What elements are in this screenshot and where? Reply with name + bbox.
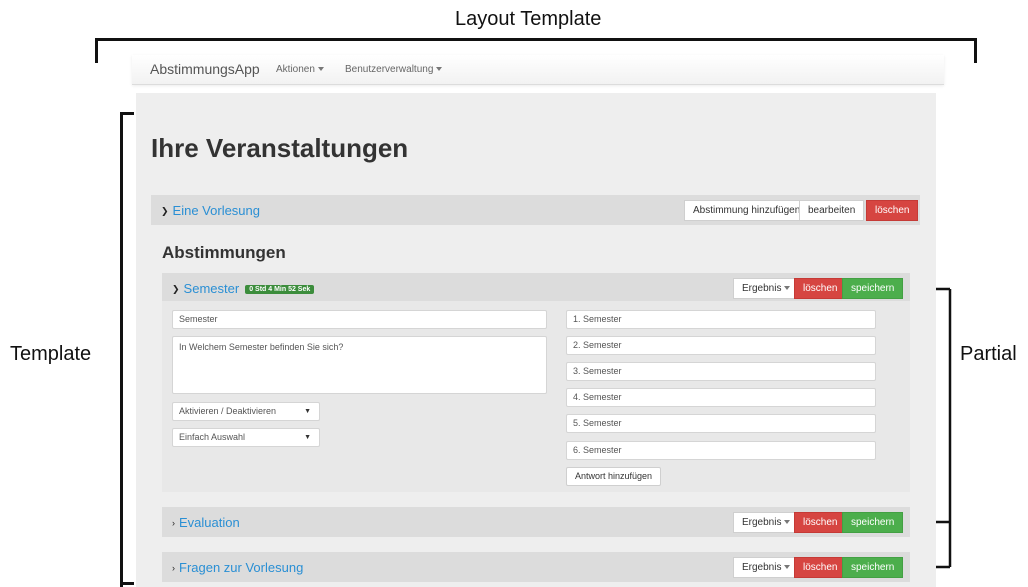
partial-label: Partial bbox=[960, 343, 1017, 365]
edit-lecture-button[interactable]: bearbeiten bbox=[799, 200, 865, 221]
user-management-menu[interactable]: Benutzerverwaltung bbox=[345, 64, 443, 75]
answer-input-3[interactable]: 3. Semester bbox=[566, 362, 876, 381]
delete-lecture-button[interactable]: löschen bbox=[866, 200, 919, 221]
delete-vote-questions-button[interactable]: löschen bbox=[794, 557, 847, 578]
select-arrow-icon: ▼ bbox=[304, 408, 311, 415]
add-answer-button[interactable]: Antwort hinzufügen bbox=[566, 467, 662, 486]
caret-down-icon bbox=[436, 67, 443, 72]
brand-link[interactable]: AbstimmungsApp bbox=[150, 61, 260, 77]
save-vote-evaluation-button[interactable]: speichern bbox=[842, 512, 904, 533]
template-label: Template bbox=[10, 343, 92, 365]
vote-type-select[interactable]: Einfach Auswahl ▼ bbox=[172, 428, 320, 447]
actions-menu[interactable]: Aktionen bbox=[276, 64, 324, 75]
answer-input-5[interactable]: 5. Semester bbox=[566, 414, 876, 433]
result-dropdown-evaluation[interactable]: Ergebnis bbox=[733, 512, 800, 533]
caret-down-icon bbox=[784, 520, 791, 525]
save-vote-questions-button[interactable]: speichern bbox=[842, 557, 904, 578]
delete-vote-evaluation-button[interactable]: löschen bbox=[794, 512, 847, 533]
answer-input-2[interactable]: 2. Semester bbox=[566, 336, 876, 355]
navbar: AbstimmungsApp Aktionen Benutzerverwaltu… bbox=[132, 55, 944, 85]
caret-down-icon bbox=[784, 565, 791, 570]
vote-name-input[interactable]: Semester bbox=[172, 310, 547, 329]
delete-vote-semester-button[interactable]: löschen bbox=[794, 278, 847, 299]
timer-badge: 0 Std 4 Min 52 Sek bbox=[245, 285, 315, 294]
activation-select[interactable]: Aktivieren / Deaktivieren ▼ bbox=[172, 402, 320, 421]
answer-input-4[interactable]: 4. Semester bbox=[566, 388, 876, 407]
add-vote-button[interactable]: Abstimmung hinzufügen bbox=[684, 200, 810, 221]
result-dropdown-semester[interactable]: Ergebnis bbox=[733, 278, 800, 299]
vote-title-evaluation[interactable]: › Evaluation bbox=[172, 515, 240, 530]
votes-heading: Abstimmungen bbox=[162, 243, 286, 262]
vote-title-semester[interactable]: ❯ Semester 0 Std 4 Min 52 Sek bbox=[172, 281, 315, 296]
lecture-title[interactable]: ❯ Eine Vorlesung bbox=[161, 203, 260, 218]
chevron-right-icon: › bbox=[172, 563, 175, 573]
answer-input-6[interactable]: 6. Semester bbox=[566, 441, 876, 460]
caret-down-icon bbox=[317, 67, 324, 72]
vote-title-questions[interactable]: › Fragen zur Vorlesung bbox=[172, 560, 303, 575]
answer-input-1[interactable]: 1. Semester bbox=[566, 310, 876, 329]
layout-template-label: Layout Template bbox=[455, 8, 602, 30]
save-vote-semester-button[interactable]: speichern bbox=[842, 278, 904, 299]
page-title: Ihre Veranstaltungen bbox=[151, 133, 409, 163]
select-arrow-icon: ▼ bbox=[304, 434, 311, 441]
chevron-down-icon: ❯ bbox=[172, 284, 180, 294]
chevron-right-icon: › bbox=[172, 518, 175, 528]
user-management-label: Benutzerverwaltung bbox=[345, 64, 434, 75]
result-dropdown-questions[interactable]: Ergebnis bbox=[733, 557, 800, 578]
caret-down-icon bbox=[784, 286, 791, 291]
chevron-down-icon: ❯ bbox=[161, 206, 169, 216]
vote-question-textarea[interactable]: In Welchem Semester befinden Sie sich? bbox=[172, 336, 547, 394]
actions-menu-label: Aktionen bbox=[276, 64, 315, 75]
